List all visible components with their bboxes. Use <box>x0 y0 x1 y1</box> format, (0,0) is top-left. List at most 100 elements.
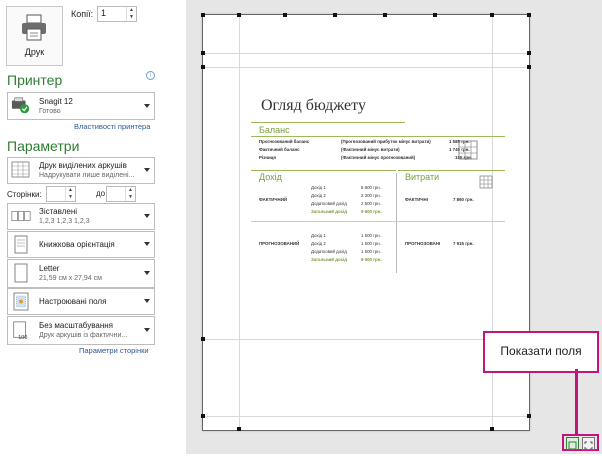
paper-size-dropdown[interactable]: Letter 21,59 см x 27,94 см <box>7 259 155 288</box>
chevron-down-icon <box>144 328 150 332</box>
margins-dropdown[interactable]: Настроювані поля <box>7 288 155 315</box>
margin-handle[interactable] <box>527 65 531 69</box>
chevron-down-icon <box>144 214 150 218</box>
income-line-name: Додатковий дохід <box>311 201 347 206</box>
margin-handle[interactable] <box>201 51 205 55</box>
pages-label: Сторінки: <box>7 190 42 199</box>
pages-to-spinner[interactable]: ▲ ▼ <box>125 187 135 201</box>
printer-name: Snagit 12 <box>39 97 73 106</box>
income-projected-label: ПРОГНОЗОВАНИЙ <box>259 241 300 246</box>
income-total-value: 9 600 грн. <box>361 209 382 214</box>
copies-input[interactable]: 1 ▲ ▼ <box>97 6 137 22</box>
income-line-name: Додатковий дохід <box>311 249 347 254</box>
paper-size-icon <box>14 263 28 283</box>
margin-handle[interactable] <box>237 13 241 17</box>
show-margins-icon <box>568 441 577 450</box>
expenses-actual-value: 7 860 грн. <box>453 197 474 202</box>
margin-guide-left[interactable] <box>239 15 240 430</box>
expenses-rule <box>398 170 505 171</box>
income-line-name: Дохід 2 <box>311 241 326 246</box>
income-line-value: 2 300 грн. <box>361 193 381 198</box>
chevron-down-icon <box>144 271 150 275</box>
svg-text:100: 100 <box>18 335 27 341</box>
margin-handle[interactable] <box>433 13 437 17</box>
balance-row-label: Фактичний баланс <box>259 147 300 152</box>
margin-handle[interactable] <box>333 13 337 17</box>
income-actual-label: ФАКТИЧНИЙ <box>259 197 288 202</box>
scaling-subtitle: Друк аркушів із фактични... <box>39 332 128 339</box>
show-margins-button[interactable] <box>566 437 579 450</box>
margin-guide-top[interactable] <box>203 53 529 54</box>
callout-connector <box>575 369 578 435</box>
margin-handle[interactable] <box>383 13 387 17</box>
chevron-down-icon <box>144 299 150 303</box>
income-line-name: Дохід 1 <box>311 233 326 238</box>
expenses-projected-label: ПРОГНОЗОВАНІ <box>405 241 441 246</box>
copies-label: Копії: <box>71 9 94 19</box>
pages-to-input[interactable]: ▲ ▼ <box>106 186 136 202</box>
collate-icon <box>11 211 31 221</box>
balance-row-label: Різниця <box>259 155 276 160</box>
income-line-value: 2 500 грн. <box>361 201 381 206</box>
chevron-down-icon <box>144 104 150 108</box>
callout-text: Показати поля <box>500 344 582 358</box>
print-button[interactable]: Друк <box>6 6 63 66</box>
print-button-label: Друк <box>24 47 45 57</box>
pages-from-spinner[interactable]: ▲ ▼ <box>65 187 75 201</box>
income-line-name: Дохід 2 <box>311 193 326 198</box>
margin-handle[interactable] <box>237 427 241 431</box>
pages-from-input[interactable]: ▲ ▼ <box>46 186 76 202</box>
scaling-dropdown[interactable]: 100 Без масштабування Друк аркушів із фа… <box>7 316 155 345</box>
chevron-down-icon <box>144 168 150 172</box>
row-divider <box>251 221 505 222</box>
info-icon[interactable]: i <box>146 71 155 80</box>
zoom-to-page-button[interactable] <box>582 437 595 450</box>
margin-handle[interactable] <box>527 13 531 17</box>
margin-handle[interactable] <box>490 13 494 17</box>
column-divider <box>396 173 397 273</box>
orientation-title: Книжкова орієнтація <box>39 240 115 249</box>
margins-title: Настроювані поля <box>39 297 107 306</box>
print-scope-subtitle: Надрукувати лише виділені... <box>39 172 135 179</box>
income-line-value: 1 500 грн. <box>361 233 381 238</box>
margin-guide-header[interactable] <box>203 67 529 68</box>
printer-properties-link[interactable]: Властивості принтера <box>74 122 150 131</box>
margin-handle[interactable] <box>201 414 205 418</box>
margin-handle[interactable] <box>283 13 287 17</box>
printer-section-title: Принтер <box>7 72 63 88</box>
doc-title: Огляд бюджету <box>261 97 366 114</box>
title-underline <box>251 122 405 123</box>
page-setup-link[interactable]: Параметри сторінки <box>79 346 149 355</box>
copies-spinner[interactable]: ▲ ▼ <box>126 7 136 21</box>
expenses-projected-value: 7 915 грн. <box>453 241 474 246</box>
collate-dropdown[interactable]: Зіставлені 1,2,3 1,2,3 1,2,3 <box>7 203 155 230</box>
scaling-title: Без масштабування <box>39 321 113 330</box>
margin-handle[interactable] <box>201 65 205 69</box>
margin-handle[interactable] <box>527 414 531 418</box>
income-line-value: 1 500 грн. <box>361 249 381 254</box>
margin-guide-bottom[interactable] <box>203 416 529 417</box>
orientation-dropdown[interactable]: Книжкова орієнтація <box>7 231 155 258</box>
printer-status: Готово <box>39 108 61 115</box>
margin-handle[interactable] <box>490 427 494 431</box>
income-rule <box>251 170 396 171</box>
margin-guide-footer[interactable] <box>203 339 529 340</box>
printer-status-icon <box>11 97 30 114</box>
expenses-actual-label: ФАКТИЧНІ <box>405 197 428 202</box>
expenses-heading: Витрати <box>405 172 440 182</box>
printer-dropdown[interactable]: Snagit 12 Готово <box>7 92 155 120</box>
margin-handle[interactable] <box>201 13 205 17</box>
income-total-value: 9 500 грн. <box>361 257 382 262</box>
printer-icon <box>22 14 46 41</box>
print-scope-dropdown[interactable]: Друк виділених аркушів Надрукувати лише … <box>7 157 155 184</box>
balance-row-desc: (Фактичний мінус прогнозований) <box>341 155 416 160</box>
collate-subtitle: 1,2,3 1,2,3 1,2,3 <box>39 218 90 225</box>
paper-size-subtitle: 21,59 см x 27,94 см <box>39 275 102 282</box>
show-margins-callout: Показати поля <box>483 331 599 373</box>
margin-handle[interactable] <box>201 337 205 341</box>
copies-value: 1 <box>101 8 107 18</box>
portrait-page-icon <box>14 235 28 254</box>
income-line-value: 1 500 грн. <box>361 241 381 246</box>
margin-handle[interactable] <box>527 51 531 55</box>
parameters-section-title: Параметри <box>7 138 80 154</box>
